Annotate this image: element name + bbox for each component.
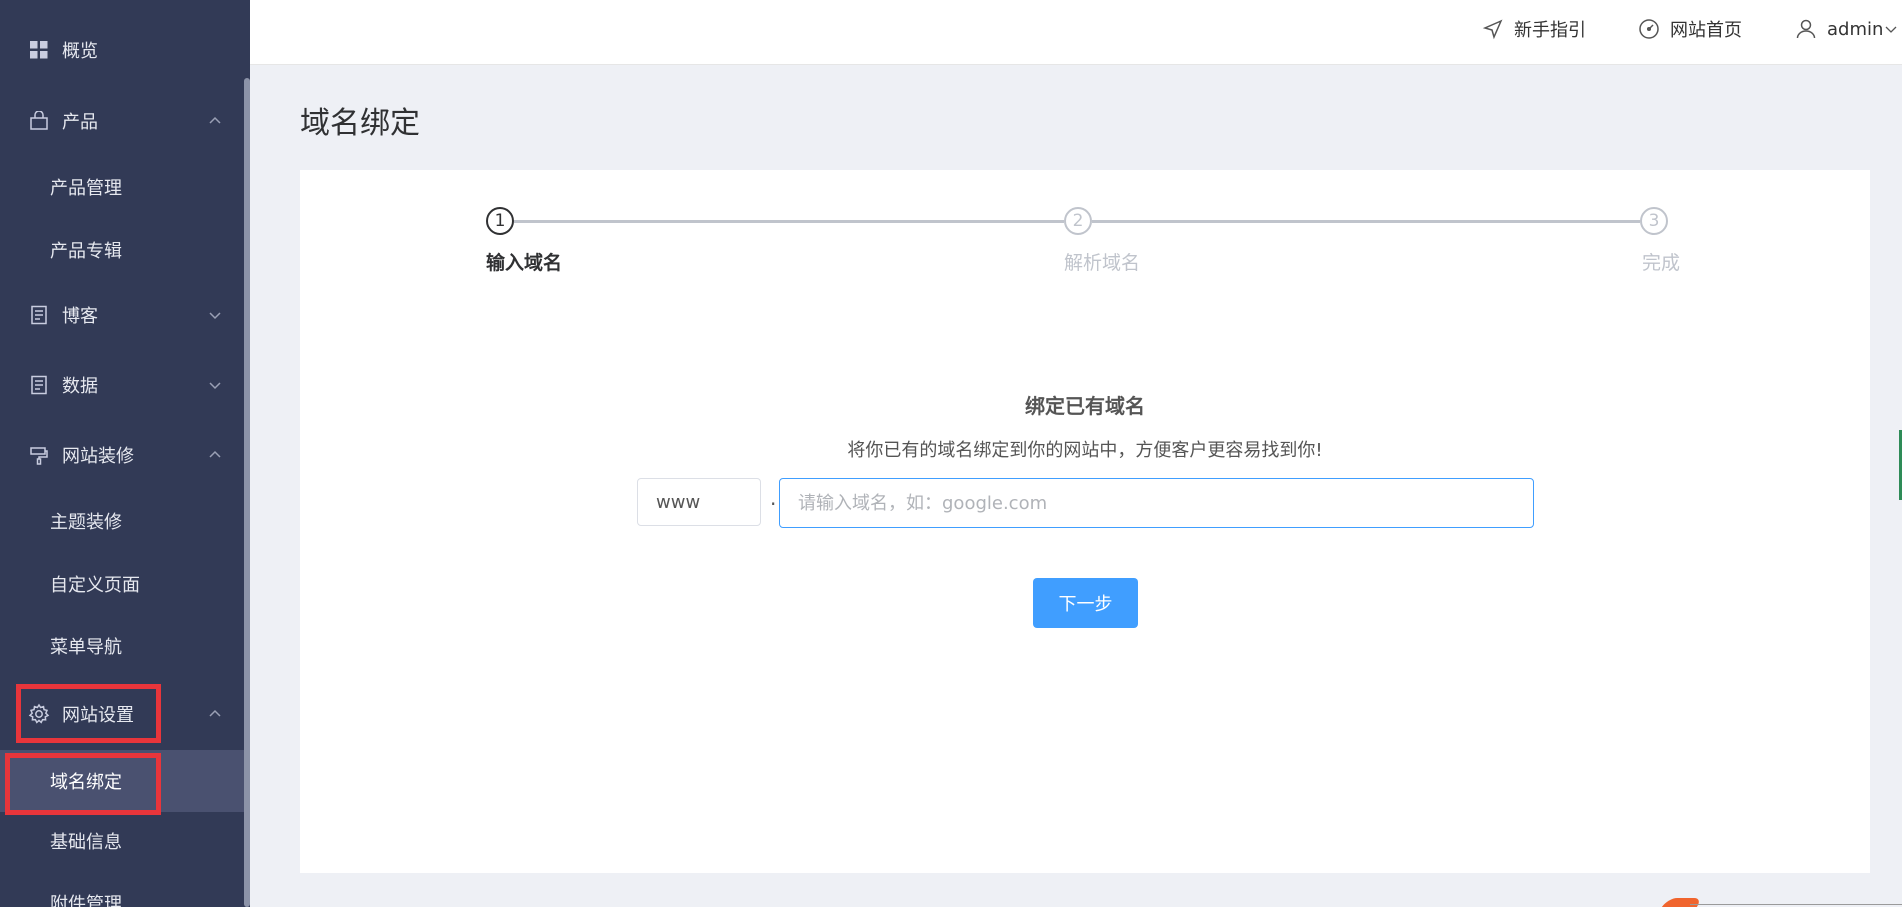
step-2-label: 解析域名 <box>1064 252 1141 274</box>
sidebar: 概览 产品 产品管理 产品专辑 博客 数据 网站装修 主题装修 自定义页面 菜单… <box>0 0 250 907</box>
paint-roller-icon <box>28 444 50 466</box>
sidebar-item-product-management[interactable]: 产品管理 <box>0 159 244 215</box>
sidebar-item-label: 博客 <box>62 306 98 327</box>
step-2-indicator: 2 <box>1064 207 1092 235</box>
sidebar-item-custom-page[interactable]: 自定义页面 <box>0 556 244 612</box>
chevron-down-icon <box>1885 26 1897 33</box>
sidebar-item-site-settings[interactable]: 网站设置 <box>0 686 244 742</box>
step-connector <box>514 220 1064 223</box>
chevron-up-icon <box>209 709 221 717</box>
shopping-bag-icon <box>28 110 50 132</box>
step-3-label: 完成 <box>1642 252 1681 274</box>
dashboard-gauge-icon <box>1639 19 1659 39</box>
sidebar-item-label: 网站装修 <box>62 446 134 467</box>
sidebar-item-basic-info[interactable]: 基础信息 <box>0 813 244 869</box>
step-connector <box>1092 220 1640 223</box>
sidebar-item-data[interactable]: 数据 <box>0 357 244 413</box>
step-3-indicator: 3 <box>1640 207 1668 235</box>
user-name: admin <box>1827 18 1884 40</box>
domain-input[interactable] <box>779 478 1534 528</box>
sidebar-item-products[interactable]: 产品 <box>0 93 244 149</box>
floating-widget-tab[interactable] <box>1661 898 1704 907</box>
chevron-up-icon <box>209 116 221 124</box>
sidebar-item-label: 自定义页面 <box>50 575 140 596</box>
sidebar-item-theme[interactable]: 主题装修 <box>0 493 244 549</box>
page-title: 域名绑定 <box>300 106 420 141</box>
sidebar-item-label: 主题装修 <box>50 512 122 533</box>
chevron-down-icon <box>209 312 221 320</box>
step-1-label: 输入域名 <box>486 252 563 274</box>
navigation-arrow-icon <box>1482 19 1503 40</box>
site-home-label: 网站首页 <box>1670 20 1742 41</box>
sidebar-item-blog[interactable]: 博客 <box>0 287 244 343</box>
sidebar-item-label: 产品专辑 <box>50 241 122 262</box>
sidebar-item-label: 产品管理 <box>50 178 122 199</box>
sidebar-item-site-decoration[interactable]: 网站装修 <box>0 427 244 483</box>
sidebar-item-product-album[interactable]: 产品专辑 <box>0 222 244 278</box>
bind-section-description: 将你已有的域名绑定到你的网站中，方便客户更容易找到你! <box>847 440 1323 461</box>
user-icon <box>1796 19 1816 39</box>
next-step-button[interactable]: 下一步 <box>1033 578 1138 628</box>
sidebar-item-label: 产品 <box>62 112 98 133</box>
domain-binding-card: 1 输入域名 2 解析域名 3 完成 绑定已有域名 将你已有的域名绑定到你的网站… <box>300 170 1870 873</box>
gear-icon <box>28 703 50 725</box>
bind-section-title: 绑定已有域名 <box>1025 394 1145 418</box>
chevron-up-icon <box>209 450 221 458</box>
domain-separator: . <box>770 486 777 510</box>
user-menu[interactable]: admin <box>1795 0 1897 58</box>
step-1-indicator: 1 <box>486 207 514 235</box>
sidebar-item-overview[interactable]: 概览 <box>0 22 244 78</box>
guide-link[interactable]: 新手指引 <box>1482 0 1586 58</box>
top-header: 新手指引 网站首页 admin <box>250 0 1902 65</box>
sidebar-item-label: 基础信息 <box>50 832 122 853</box>
sidebar-item-label: 域名绑定 <box>50 772 122 793</box>
grid-icon <box>28 39 50 61</box>
document-icon <box>28 374 50 396</box>
sidebar-item-label: 概览 <box>62 41 98 62</box>
divider <box>1690 904 1902 905</box>
site-home-link[interactable]: 网站首页 <box>1638 0 1742 58</box>
document-icon <box>28 304 50 326</box>
guide-label: 新手指引 <box>1514 20 1586 41</box>
sidebar-item-label: 附件管理 <box>50 894 122 907</box>
sidebar-item-label: 数据 <box>62 376 98 397</box>
sidebar-scrollbar[interactable] <box>244 78 250 907</box>
sidebar-item-label: 菜单导航 <box>50 637 122 658</box>
chevron-down-icon <box>209 382 221 390</box>
sidebar-item-label: 网站设置 <box>62 705 134 726</box>
sidebar-item-attachments[interactable]: 附件管理 <box>0 875 244 907</box>
www-prefix: www <box>637 478 761 526</box>
sidebar-item-domain-binding[interactable]: 域名绑定 <box>0 750 244 812</box>
sidebar-item-menu-navigation[interactable]: 菜单导航 <box>0 618 244 674</box>
